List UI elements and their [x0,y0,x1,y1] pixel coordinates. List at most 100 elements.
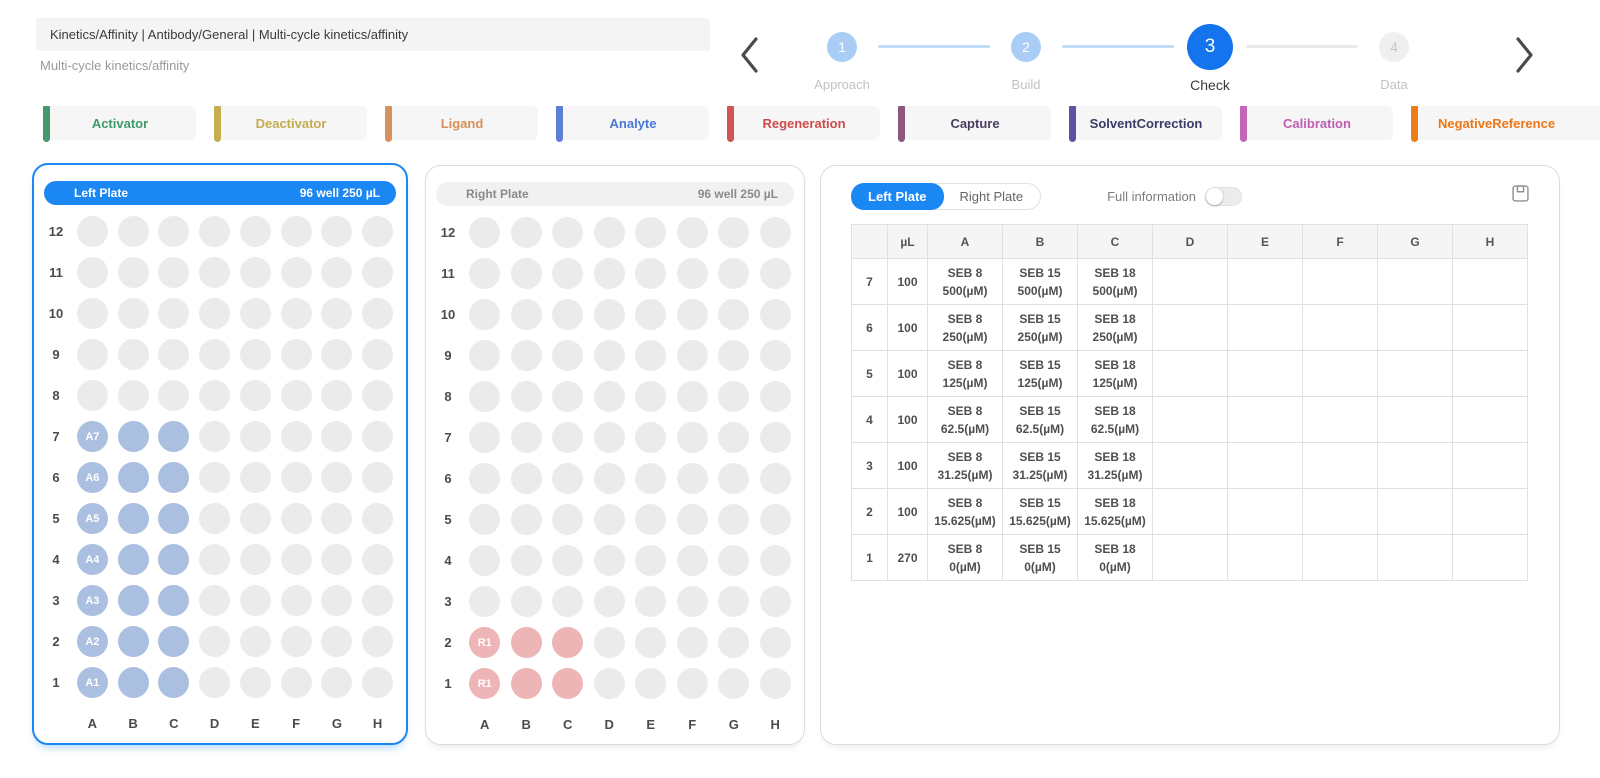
well-G9[interactable] [321,339,352,370]
well-A12[interactable] [77,216,108,247]
well-H2[interactable] [760,627,791,658]
well-H1[interactable] [362,667,393,698]
well-A9[interactable] [469,340,500,371]
well-F10[interactable] [677,299,708,330]
well-H2[interactable] [362,626,393,657]
well-C12[interactable] [158,216,189,247]
well-E3[interactable] [240,585,271,616]
well-H11[interactable] [760,258,791,289]
well-F6[interactable] [281,462,312,493]
well-C1[interactable] [158,667,189,698]
well-F3[interactable] [677,586,708,617]
step-check[interactable]: 3Check [1174,24,1246,93]
well-C10[interactable] [552,299,583,330]
well-B3[interactable] [511,586,542,617]
well-C7[interactable] [158,421,189,452]
well-D9[interactable] [594,340,625,371]
well-E2[interactable] [240,626,271,657]
well-H7[interactable] [362,421,393,452]
well-B1[interactable] [118,667,149,698]
prev-step-button[interactable] [734,34,764,80]
well-H12[interactable] [362,216,393,247]
well-B5[interactable] [118,503,149,534]
legend-analyte[interactable]: Analyte [557,106,709,140]
well-D12[interactable] [594,217,625,248]
well-B8[interactable] [511,381,542,412]
legend-regeneration[interactable]: Regeneration [728,106,880,140]
step-build[interactable]: 2Build [990,24,1062,92]
well-E11[interactable] [240,257,271,288]
well-A4[interactable]: A4 [77,544,108,575]
well-C1[interactable] [552,668,583,699]
step-data[interactable]: 4Data [1358,24,1430,92]
well-D3[interactable] [199,585,230,616]
well-G4[interactable] [718,545,749,576]
well-D7[interactable] [199,421,230,452]
well-G6[interactable] [718,463,749,494]
well-D11[interactable] [199,257,230,288]
well-H7[interactable] [760,422,791,453]
well-G3[interactable] [321,585,352,616]
well-E4[interactable] [240,544,271,575]
legend-negativereference[interactable]: NegativeReference [1412,106,1600,140]
well-B6[interactable] [118,462,149,493]
well-F1[interactable] [677,668,708,699]
well-C8[interactable] [552,381,583,412]
well-A1[interactable]: R1 [469,668,500,699]
well-C2[interactable] [158,626,189,657]
legend-deactivator[interactable]: Deactivator [215,106,367,140]
well-E8[interactable] [240,380,271,411]
well-E4[interactable] [635,545,666,576]
well-H10[interactable] [760,299,791,330]
well-B9[interactable] [118,339,149,370]
well-E8[interactable] [635,381,666,412]
well-F9[interactable] [677,340,708,371]
well-H4[interactable] [760,545,791,576]
left-plate-card[interactable]: Left Plate 96 well 250 µL 121110987A76A6… [32,163,408,745]
well-D10[interactable] [199,298,230,329]
well-B1[interactable] [511,668,542,699]
legend-capture[interactable]: Capture [899,106,1051,140]
well-C8[interactable] [158,380,189,411]
well-B7[interactable] [118,421,149,452]
well-C10[interactable] [158,298,189,329]
well-A6[interactable]: A6 [77,462,108,493]
well-C11[interactable] [552,258,583,289]
well-B2[interactable] [118,626,149,657]
well-D11[interactable] [594,258,625,289]
well-D4[interactable] [594,545,625,576]
legend-solventcorrection[interactable]: SolventCorrection [1070,106,1222,140]
tab-right-plate[interactable]: Right Plate [943,184,1041,209]
well-A7[interactable]: A7 [77,421,108,452]
well-H3[interactable] [362,585,393,616]
well-C12[interactable] [552,217,583,248]
well-B10[interactable] [511,299,542,330]
well-C4[interactable] [158,544,189,575]
well-E9[interactable] [635,340,666,371]
well-C4[interactable] [552,545,583,576]
well-E5[interactable] [635,504,666,535]
well-H6[interactable] [760,463,791,494]
well-F11[interactable] [281,257,312,288]
right-plate-card[interactable]: Right Plate 96 well 250 µL 1211109876543… [425,165,805,745]
well-G4[interactable] [321,544,352,575]
well-B4[interactable] [511,545,542,576]
legend-ligand[interactable]: Ligand [386,106,538,140]
well-E7[interactable] [635,422,666,453]
well-G8[interactable] [718,381,749,412]
well-E10[interactable] [635,299,666,330]
well-D5[interactable] [594,504,625,535]
well-G6[interactable] [321,462,352,493]
well-F1[interactable] [281,667,312,698]
well-G12[interactable] [718,217,749,248]
well-E5[interactable] [240,503,271,534]
well-H1[interactable] [760,668,791,699]
well-C3[interactable] [552,586,583,617]
well-H8[interactable] [760,381,791,412]
well-C5[interactable] [158,503,189,534]
well-E1[interactable] [635,668,666,699]
next-step-button[interactable] [1510,34,1540,80]
well-B12[interactable] [511,217,542,248]
well-F9[interactable] [281,339,312,370]
well-B9[interactable] [511,340,542,371]
